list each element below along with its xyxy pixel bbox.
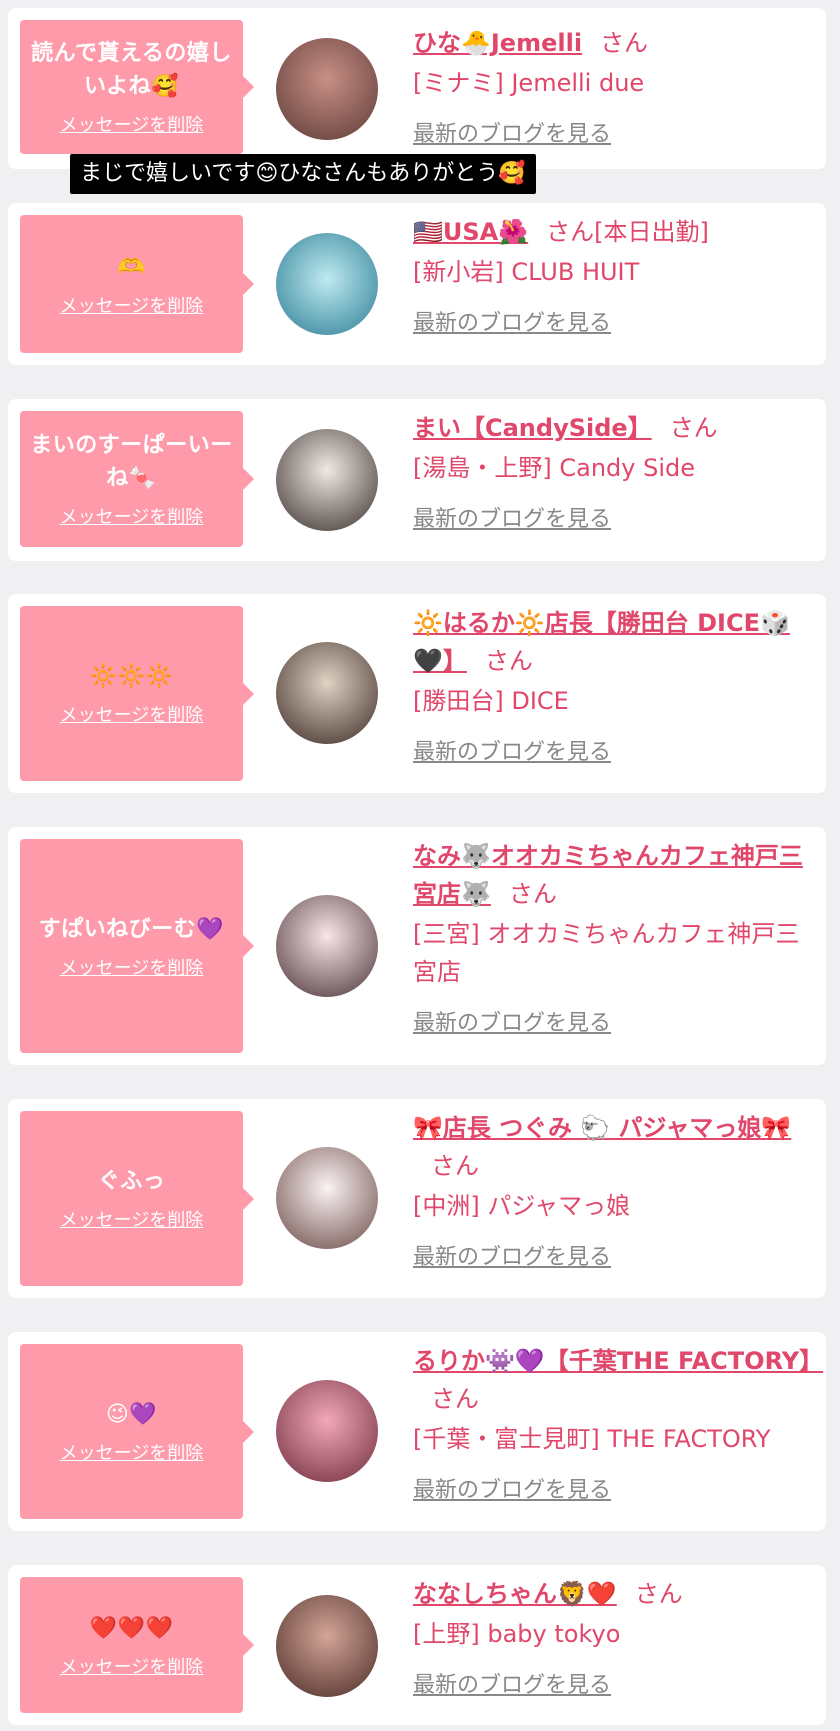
delete-message-link[interactable]: メッセージを削除 <box>60 1206 204 1232</box>
message-card: 読んで貰えるの嬉しいよね🥰 メッセージを削除 ひな🐣Jemelli さん [ミナミ… <box>8 8 826 169</box>
user-name-link[interactable]: ななしちゃん🦁❤️ <box>413 1580 617 1608</box>
message-bubble: ❤️❤️❤️ メッセージを削除 <box>20 1577 243 1713</box>
latest-blog-link[interactable]: 最新のブログを見る <box>413 1005 611 1037</box>
message-bubble: すぱいねびーむ💜 メッセージを削除 <box>20 839 243 1053</box>
honorific: さん <box>634 1580 683 1608</box>
message-card: まいのすーぱーいーね🍬 メッセージを削除 まい【CandySide】 さん [湯島… <box>8 399 826 561</box>
latest-blog-link[interactable]: 最新のブログを見る <box>413 116 611 148</box>
message-bubble: 🫶 メッセージを削除 <box>20 215 243 353</box>
message-text: 🔆🔆🔆 <box>89 664 174 689</box>
latest-blog-link[interactable]: 最新のブログを見る <box>413 501 611 533</box>
message-bubble: 読んで貰えるの嬉しいよね🥰 メッセージを削除 <box>20 20 243 154</box>
latest-blog-link[interactable]: 最新のブログを見る <box>413 734 611 766</box>
latest-blog-link[interactable]: 最新のブログを見る <box>413 1667 611 1699</box>
message-card: ❤️❤️❤️ メッセージを削除 ななしちゃん🦁❤️ さん [上野] baby to… <box>8 1565 826 1725</box>
message-card: ぐふっ メッセージを削除 🎀店長 つぐみ 🐑 パジャマっ娘🎀 さん [中洲] パジ… <box>8 1099 826 1298</box>
honorific: さん <box>669 414 718 442</box>
message-text: 😉💜 <box>105 1402 158 1427</box>
user-name-link[interactable]: ひな🐣Jemelli <box>413 29 582 57</box>
shop-label: [上野] baby tokyo <box>413 1620 621 1648</box>
avatar[interactable] <box>276 1595 378 1697</box>
shop-label: [中洲] パジャマっ娘 <box>413 1192 631 1220</box>
reply-tooltip: まじで嬉しいです😊ひなさんもありがとう🥰 <box>70 154 536 194</box>
message-card: 🫶 メッセージを削除 🇺🇸USA🌺 さん[本日出勤] [新小岩] CLUB HUI… <box>8 203 826 365</box>
user-name-link[interactable]: なみ🐺オオカミちゃんカフェ神戸三宮店🐺 <box>413 842 803 908</box>
honorific: さん <box>484 647 533 675</box>
user-info: ななしちゃん🦁❤️ さん [上野] baby tokyo 最新のブログを見る <box>413 1575 823 1699</box>
delete-message-link[interactable]: メッセージを削除 <box>60 292 204 318</box>
honorific: さん <box>508 880 557 908</box>
user-name-link[interactable]: 🎀店長 つぐみ 🐑 パジャマっ娘🎀 <box>413 1114 791 1142</box>
avatar[interactable] <box>276 429 378 531</box>
message-text: 読んで貰えるの嬉しいよね🥰 <box>31 41 232 99</box>
delete-message-link[interactable]: メッセージを削除 <box>60 503 204 529</box>
message-text: まいのすーぱーいーね🍬 <box>30 433 233 491</box>
shop-label: [ミナミ] Jemelli due <box>413 69 645 97</box>
delete-message-link[interactable]: メッセージを削除 <box>60 1439 204 1465</box>
user-info: 🇺🇸USA🌺 さん[本日出勤] [新小岩] CLUB HUIT 最新のブログを見る <box>413 213 823 337</box>
user-info: 🔆はるか🔆店長【勝田台 DICE🎲🖤】 さん [勝田台] DICE 最新のブログを… <box>413 604 823 766</box>
avatar[interactable] <box>276 642 378 744</box>
shop-label: [新小岩] CLUB HUIT <box>413 258 640 286</box>
honorific: さん <box>431 1152 479 1180</box>
message-bubble: 😉💜 メッセージを削除 <box>20 1344 243 1519</box>
user-name-link[interactable]: るりか👾💜【千葉THE FACTORY】 <box>413 1347 823 1375</box>
avatar[interactable] <box>276 895 378 997</box>
delete-message-link[interactable]: メッセージを削除 <box>60 1653 204 1679</box>
shop-label: [湯島・上野] Candy Side <box>413 454 695 482</box>
user-info: ひな🐣Jemelli さん [ミナミ] Jemelli due 最新のブログを見る <box>413 24 823 148</box>
avatar[interactable] <box>276 38 378 140</box>
user-name-link[interactable]: 🇺🇸USA🌺 <box>413 218 528 246</box>
latest-blog-link[interactable]: 最新のブログを見る <box>413 1472 611 1504</box>
honorific: さん <box>546 218 595 246</box>
delete-message-link[interactable]: メッセージを削除 <box>60 701 204 727</box>
avatar[interactable] <box>276 233 378 335</box>
message-bubble: まいのすーぱーいーね🍬 メッセージを削除 <box>20 411 243 547</box>
latest-blog-link[interactable]: 最新のブログを見る <box>413 1239 611 1271</box>
message-text: ❤️❤️❤️ <box>89 1615 174 1641</box>
latest-blog-link[interactable]: 最新のブログを見る <box>413 305 611 337</box>
user-info: 🎀店長 つぐみ 🐑 パジャマっ娘🎀 さん [中洲] パジャマっ娘 最新のブログを見… <box>413 1109 823 1271</box>
message-text: ぐふっ <box>97 1169 166 1194</box>
delete-message-link[interactable]: メッセージを削除 <box>60 111 204 137</box>
honorific: さん <box>431 1385 479 1413</box>
shop-label: [勝田台] DICE <box>413 687 569 715</box>
message-bubble: 🔆🔆🔆 メッセージを削除 <box>20 606 243 781</box>
user-name-link[interactable]: まい【CandySide】 <box>413 414 652 442</box>
avatar[interactable] <box>276 1380 378 1482</box>
message-text: すぱいねびーむ💜 <box>38 916 225 942</box>
user-info: まい【CandySide】 さん [湯島・上野] Candy Side 最新のブロ… <box>413 409 823 533</box>
user-info: なみ🐺オオカミちゃんカフェ神戸三宮店🐺 さん [三宮] オオカミちゃんカフェ神戸三… <box>413 837 823 1037</box>
shop-label: [千葉・富士見町] THE FACTORY <box>413 1425 771 1453</box>
message-card: 😉💜 メッセージを削除 るりか👾💜【千葉THE FACTORY】さん [千葉・富… <box>8 1332 826 1531</box>
message-card: すぱいねびーむ💜 メッセージを削除 なみ🐺オオカミちゃんカフェ神戸三宮店🐺 さん … <box>8 827 826 1065</box>
message-card: 🔆🔆🔆 メッセージを削除 🔆はるか🔆店長【勝田台 DICE🎲🖤】 さん [勝田台]… <box>8 594 826 793</box>
delete-message-link[interactable]: メッセージを削除 <box>60 954 204 980</box>
honorific: さん <box>600 29 649 57</box>
status-label: [本日出勤] <box>594 218 709 246</box>
user-name-link[interactable]: 🔆はるか🔆店長【勝田台 DICE🎲🖤】 <box>413 609 790 675</box>
message-text: 🫶 <box>117 254 146 280</box>
user-info: るりか👾💜【千葉THE FACTORY】さん [千葉・富士見町] THE FAC… <box>413 1342 823 1504</box>
avatar[interactable] <box>276 1147 378 1249</box>
message-bubble: ぐふっ メッセージを削除 <box>20 1111 243 1286</box>
shop-label: [三宮] オオカミちゃんカフェ神戸三宮店 <box>413 920 800 986</box>
